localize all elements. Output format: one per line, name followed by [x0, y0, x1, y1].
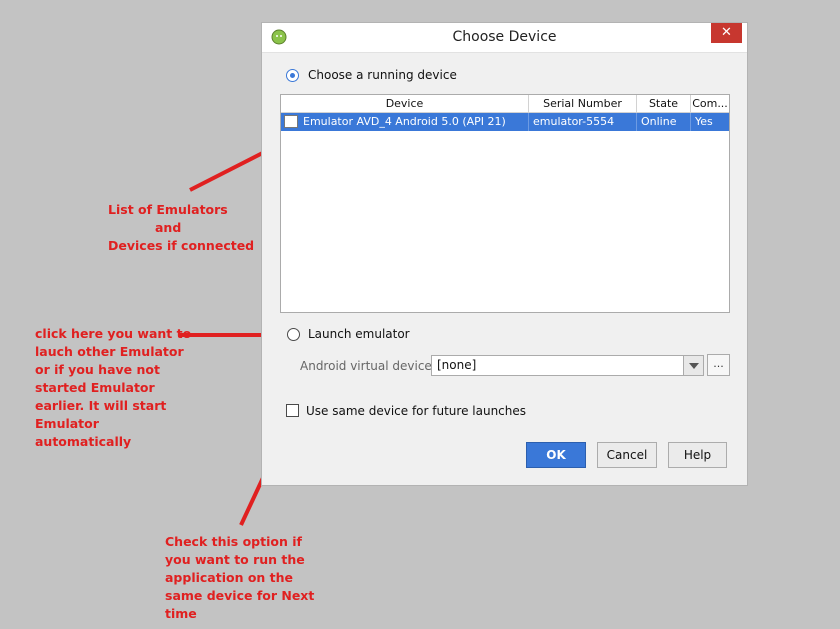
running-device-label: Choose a running device — [308, 68, 457, 82]
dialog-title: Choose Device — [452, 29, 557, 45]
column-header-state[interactable]: State — [637, 95, 691, 112]
column-header-serial[interactable]: Serial Number — [529, 95, 637, 112]
annotation-line: time — [165, 606, 197, 621]
table-header: Device Serial Number State Com... — [281, 95, 729, 113]
running-device-radio[interactable] — [286, 69, 299, 82]
annotation-line: Emulator — [35, 416, 99, 431]
column-header-device[interactable]: Device — [281, 95, 529, 112]
close-button[interactable]: ✕ — [711, 23, 742, 43]
cell-state: Online — [637, 113, 691, 131]
cell-serial: emulator-5554 — [529, 113, 637, 131]
title-bar: Choose Device ✕ — [262, 23, 747, 53]
annotation-checkbox: Check this option if you want to run the… — [165, 533, 314, 623]
annotation-emulators: List of Emulators and Devices if connect… — [108, 201, 254, 255]
same-device-checkbox[interactable] — [286, 404, 299, 417]
browse-avd-button[interactable]: ... — [707, 354, 730, 376]
cell-device: Emulator AVD_4 Android 5.0 (API 21) — [299, 113, 529, 131]
annotation-line: Check this option if — [165, 534, 302, 549]
close-icon: ✕ — [721, 25, 732, 40]
launch-emulator-radio[interactable] — [287, 328, 300, 341]
table-row[interactable]: Emulator AVD_4 Android 5.0 (API 21) emul… — [281, 113, 729, 131]
annotation-line: started Emulator — [35, 380, 155, 395]
annotation-line: earlier. It will start — [35, 398, 167, 413]
cancel-button[interactable]: Cancel — [597, 442, 657, 468]
column-header-compatible[interactable]: Com... — [691, 95, 729, 112]
annotation-line: click here you want to — [35, 326, 192, 341]
launch-emulator-label: Launch emulator — [308, 327, 410, 341]
annotation-launch: click here you want to lauch other Emula… — [35, 325, 191, 451]
annotation-line: same device for Next — [165, 588, 315, 603]
annotation-line: and — [155, 220, 182, 235]
annotation-line: you want to run the — [165, 552, 305, 567]
same-device-label: Use same device for future launches — [306, 404, 527, 418]
cell-compatible: Yes — [695, 115, 713, 128]
annotation-line: lauch other Emulator — [35, 344, 184, 359]
annotation-line: List of Emulators — [108, 202, 228, 217]
device-table: Device Serial Number State Com... Emulat… — [280, 94, 730, 313]
choose-device-dialog: Choose Device ✕ Choose a running device … — [261, 22, 748, 486]
annotation-line: or if you have not — [35, 362, 160, 377]
annotation-line: automatically — [35, 434, 132, 449]
help-button[interactable]: Help — [668, 442, 727, 468]
emulator-device-icon — [284, 115, 298, 128]
chevron-down-icon[interactable] — [683, 356, 703, 375]
avd-label: Android virtual device: — [300, 359, 436, 373]
avd-select-value: [none] — [437, 358, 477, 372]
annotation-line: Devices if connected — [108, 238, 255, 253]
avd-select[interactable]: [none] — [431, 355, 704, 376]
annotation-line: application on the — [165, 570, 294, 585]
ok-button[interactable]: OK — [526, 442, 586, 468]
